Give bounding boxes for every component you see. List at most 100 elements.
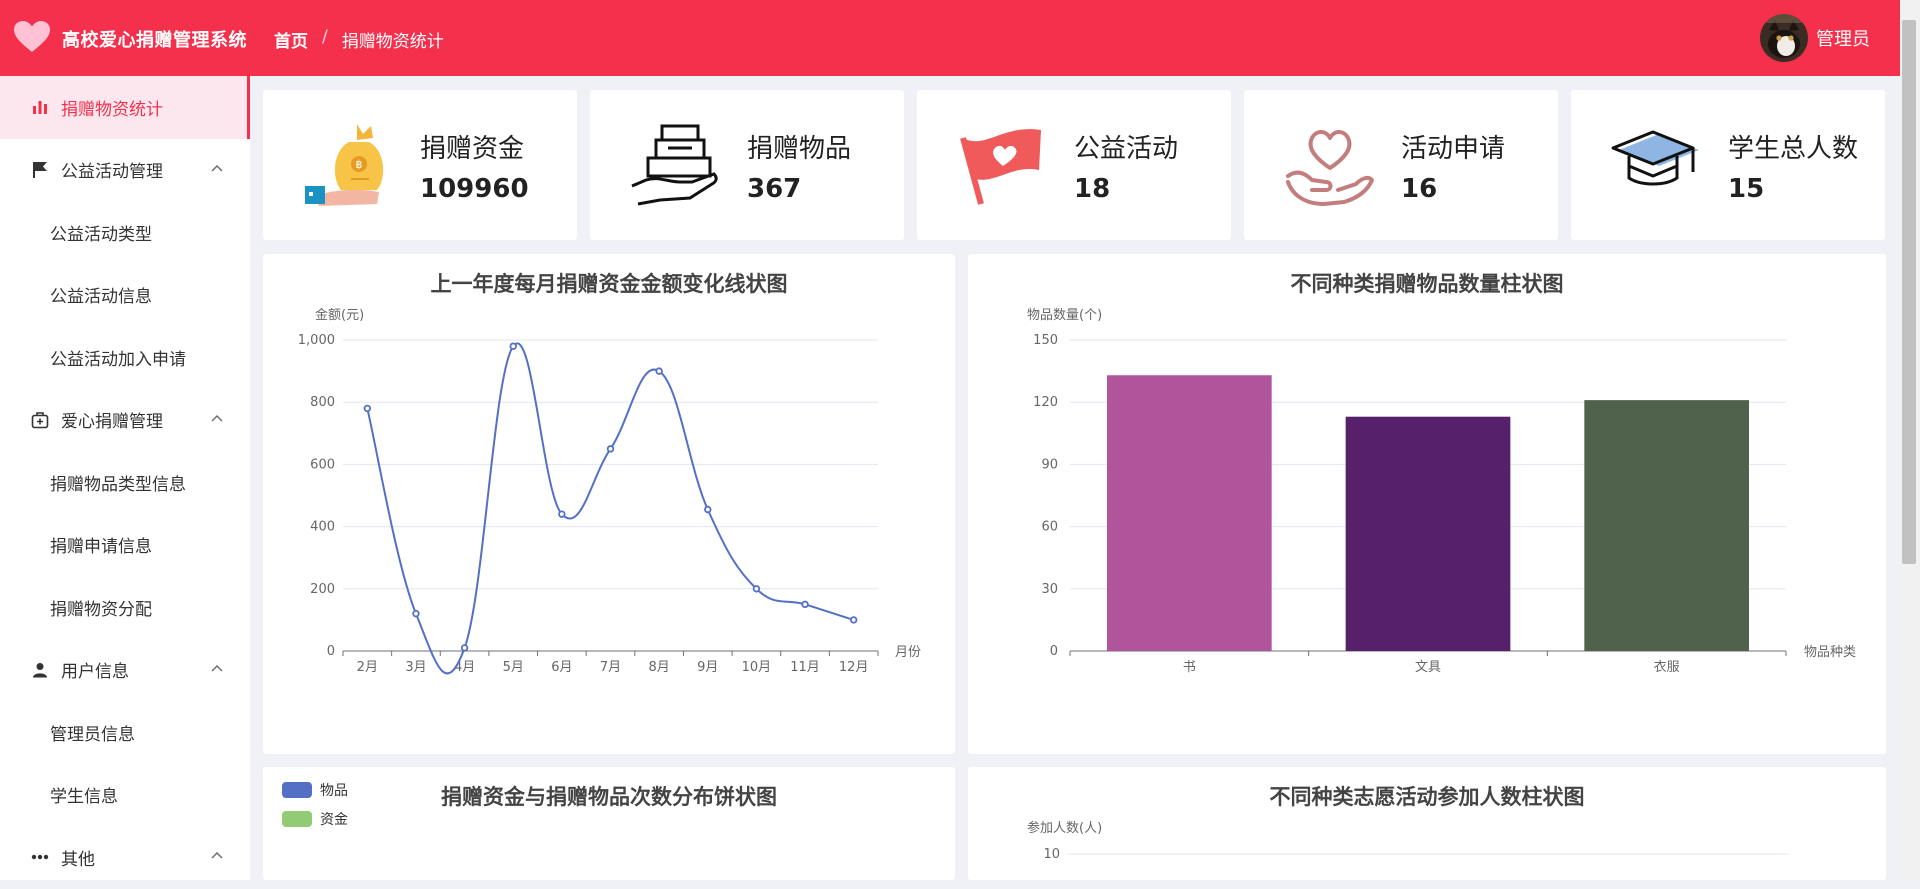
x-tick-label: 衣服: [1654, 659, 1680, 675]
svg-text:฿: ฿: [356, 158, 363, 171]
user-name[interactable]: 管理员: [1816, 25, 1870, 51]
x-tick-label: 7月: [600, 660, 621, 675]
series-line: [366, 342, 854, 675]
bar-chart: 参加人数(人) 10: [1027, 820, 1788, 862]
chevron-up-icon[interactable]: [210, 163, 224, 173]
sidebar-item-label: 爱心捐赠管理: [61, 412, 163, 433]
legend-swatch: [282, 811, 312, 827]
x-tick-label: 10月: [742, 660, 772, 675]
user-menu[interactable]: 管理员: [1760, 14, 1870, 62]
data-point[interactable]: [849, 616, 858, 624]
medical-box-icon: [31, 411, 49, 429]
legend-label: 资金: [320, 812, 348, 828]
breadcrumb-current: 捐赠物资统计: [341, 32, 444, 52]
data-point[interactable]: [460, 644, 469, 652]
app-title: 高校爱心捐赠管理系统: [62, 30, 247, 51]
y-tick-label: 600: [310, 457, 335, 472]
sidebar-item-charity-join-apply[interactable]: 公益活动加入申请: [0, 326, 250, 389]
breadcrumb-separator: /: [322, 27, 328, 47]
line-chart: 金额(元) 月份 0 200 400 600 800 1,000 2月 3月 4月 5月 6月 7月 8…: [298, 307, 921, 675]
x-axis-label: 物品种类: [1804, 645, 1856, 660]
stat-label: 公益活动: [1074, 134, 1179, 164]
data-point[interactable]: [655, 367, 663, 375]
user-icon: [31, 661, 49, 679]
heart-hand-icon: [1286, 130, 1374, 206]
data-point[interactable]: [558, 510, 566, 518]
y-tick-label: 0: [327, 644, 335, 659]
sidebar-item-donation-allocation[interactable]: 捐赠物资分配: [0, 576, 250, 639]
x-tick-label: 3月: [405, 660, 426, 675]
sidebar-item-student-info[interactable]: 学生信息: [0, 764, 250, 827]
y-tick-label: 200: [310, 582, 335, 597]
x-tick-label: 11月: [790, 660, 820, 675]
data-point[interactable]: [363, 404, 372, 413]
x-tick-label: 9月: [697, 660, 718, 675]
sidebar-item-charity-type[interactable]: 公益活动类型: [0, 201, 250, 264]
panel-volunteer-participants-bar: 不同种类志愿活动参加人数柱状图 参加人数(人) 10: [968, 767, 1886, 880]
more-icon: [31, 848, 49, 866]
x-tick-label: 6月: [551, 660, 572, 675]
data-point[interactable]: [752, 585, 761, 593]
x-tick-label: 12月: [839, 660, 869, 675]
chart-title: 捐赠资金与捐赠物品次数分布饼状图: [441, 785, 777, 809]
data-point[interactable]: [704, 505, 712, 514]
sidebar-item-donation-apply[interactable]: 捐赠申请信息: [0, 514, 250, 577]
y-tick-label: 0: [1050, 644, 1058, 659]
x-tick-label: 书: [1183, 660, 1196, 675]
chevron-up-icon[interactable]: [210, 413, 224, 423]
sidebar-item-label: 捐赠物资统计: [61, 99, 163, 120]
chevron-up-icon[interactable]: [210, 663, 224, 673]
heart-logo-icon: [14, 21, 50, 52]
sidebar-item-label: 公益活动信息: [50, 287, 152, 308]
legend-item[interactable]: 资金: [282, 809, 348, 829]
flag-heart-icon: [960, 129, 1041, 205]
bar[interactable]: [1345, 416, 1511, 651]
sidebar-item-donation-stats[interactable]: 捐赠物资统计: [0, 76, 250, 139]
y-tick-label: 10: [1043, 847, 1060, 862]
stat-value: 16: [1401, 174, 1438, 204]
y-tick-label: 150: [1033, 333, 1058, 348]
y-tick-label: 1,000: [298, 333, 335, 348]
x-tick-label: 4月: [454, 660, 475, 675]
sidebar-item-label: 其他: [61, 849, 95, 870]
sidebar-item-label: 学生信息: [50, 787, 118, 808]
graduation-cap-icon: [1611, 130, 1699, 186]
panel-donation-distribution-pie: 物品 资金 捐赠资金与捐赠物品次数分布饼状图: [263, 767, 955, 880]
y-tick-label: 800: [310, 395, 335, 410]
x-tick-label: 文具: [1415, 660, 1441, 675]
page-scrollbar[interactable]: [1900, 0, 1920, 880]
sidebar-item-charity-management[interactable]: 公益活动管理: [0, 139, 250, 202]
sidebar-item-admin-info[interactable]: 管理员信息: [0, 701, 250, 764]
sidebar-item-label: 用户信息: [61, 662, 129, 683]
data-point[interactable]: [801, 600, 809, 609]
x-tick-label: 8月: [648, 660, 669, 675]
bar[interactable]: [1106, 375, 1272, 651]
sidebar-item-charity-info[interactable]: 公益活动信息: [0, 264, 250, 327]
stat-value: 18: [1074, 174, 1111, 204]
sidebar-item-label: 捐赠物品类型信息: [50, 474, 186, 495]
data-point[interactable]: [412, 609, 420, 618]
y-axis-label: 物品数量(个): [1027, 308, 1102, 323]
chevron-up-icon[interactable]: [210, 850, 224, 860]
sidebar-item-user-info[interactable]: 用户信息: [0, 639, 250, 702]
sidebar-item-donation-management[interactable]: 爱心捐赠管理: [0, 389, 250, 452]
stat-card-activity-applications: 活动申请 16: [1244, 90, 1558, 240]
y-tick-label: 60: [1041, 520, 1058, 535]
sidebar-item-donation-item-type[interactable]: 捐赠物品类型信息: [0, 451, 250, 514]
stat-label: 捐赠资金: [420, 134, 525, 164]
stat-card-donation-funds: ฿ 捐赠资金 109960: [263, 90, 577, 240]
avatar[interactable]: [1760, 14, 1808, 62]
stat-label: 学生总人数: [1728, 134, 1859, 164]
y-tick-label: 120: [1033, 395, 1058, 410]
data-point[interactable]: [606, 445, 615, 453]
stat-label: 捐赠物品: [747, 134, 852, 164]
breadcrumb-home-link[interactable]: 首页: [274, 27, 308, 52]
scrollbar-thumb[interactable]: [1902, 20, 1916, 564]
stat-value: 15: [1728, 174, 1765, 204]
sidebar-item-other[interactable]: 其他: [0, 826, 250, 889]
data-point[interactable]: [509, 342, 517, 350]
bar[interactable]: [1584, 400, 1750, 651]
stat-value: 367: [747, 174, 802, 204]
y-axis-label: 参加人数(人): [1027, 820, 1102, 836]
sidebar: 捐赠物资统计 公益活动管理 公益活动类型 公益活动信息 公益活动加入申请 爱心捐…: [0, 76, 250, 880]
